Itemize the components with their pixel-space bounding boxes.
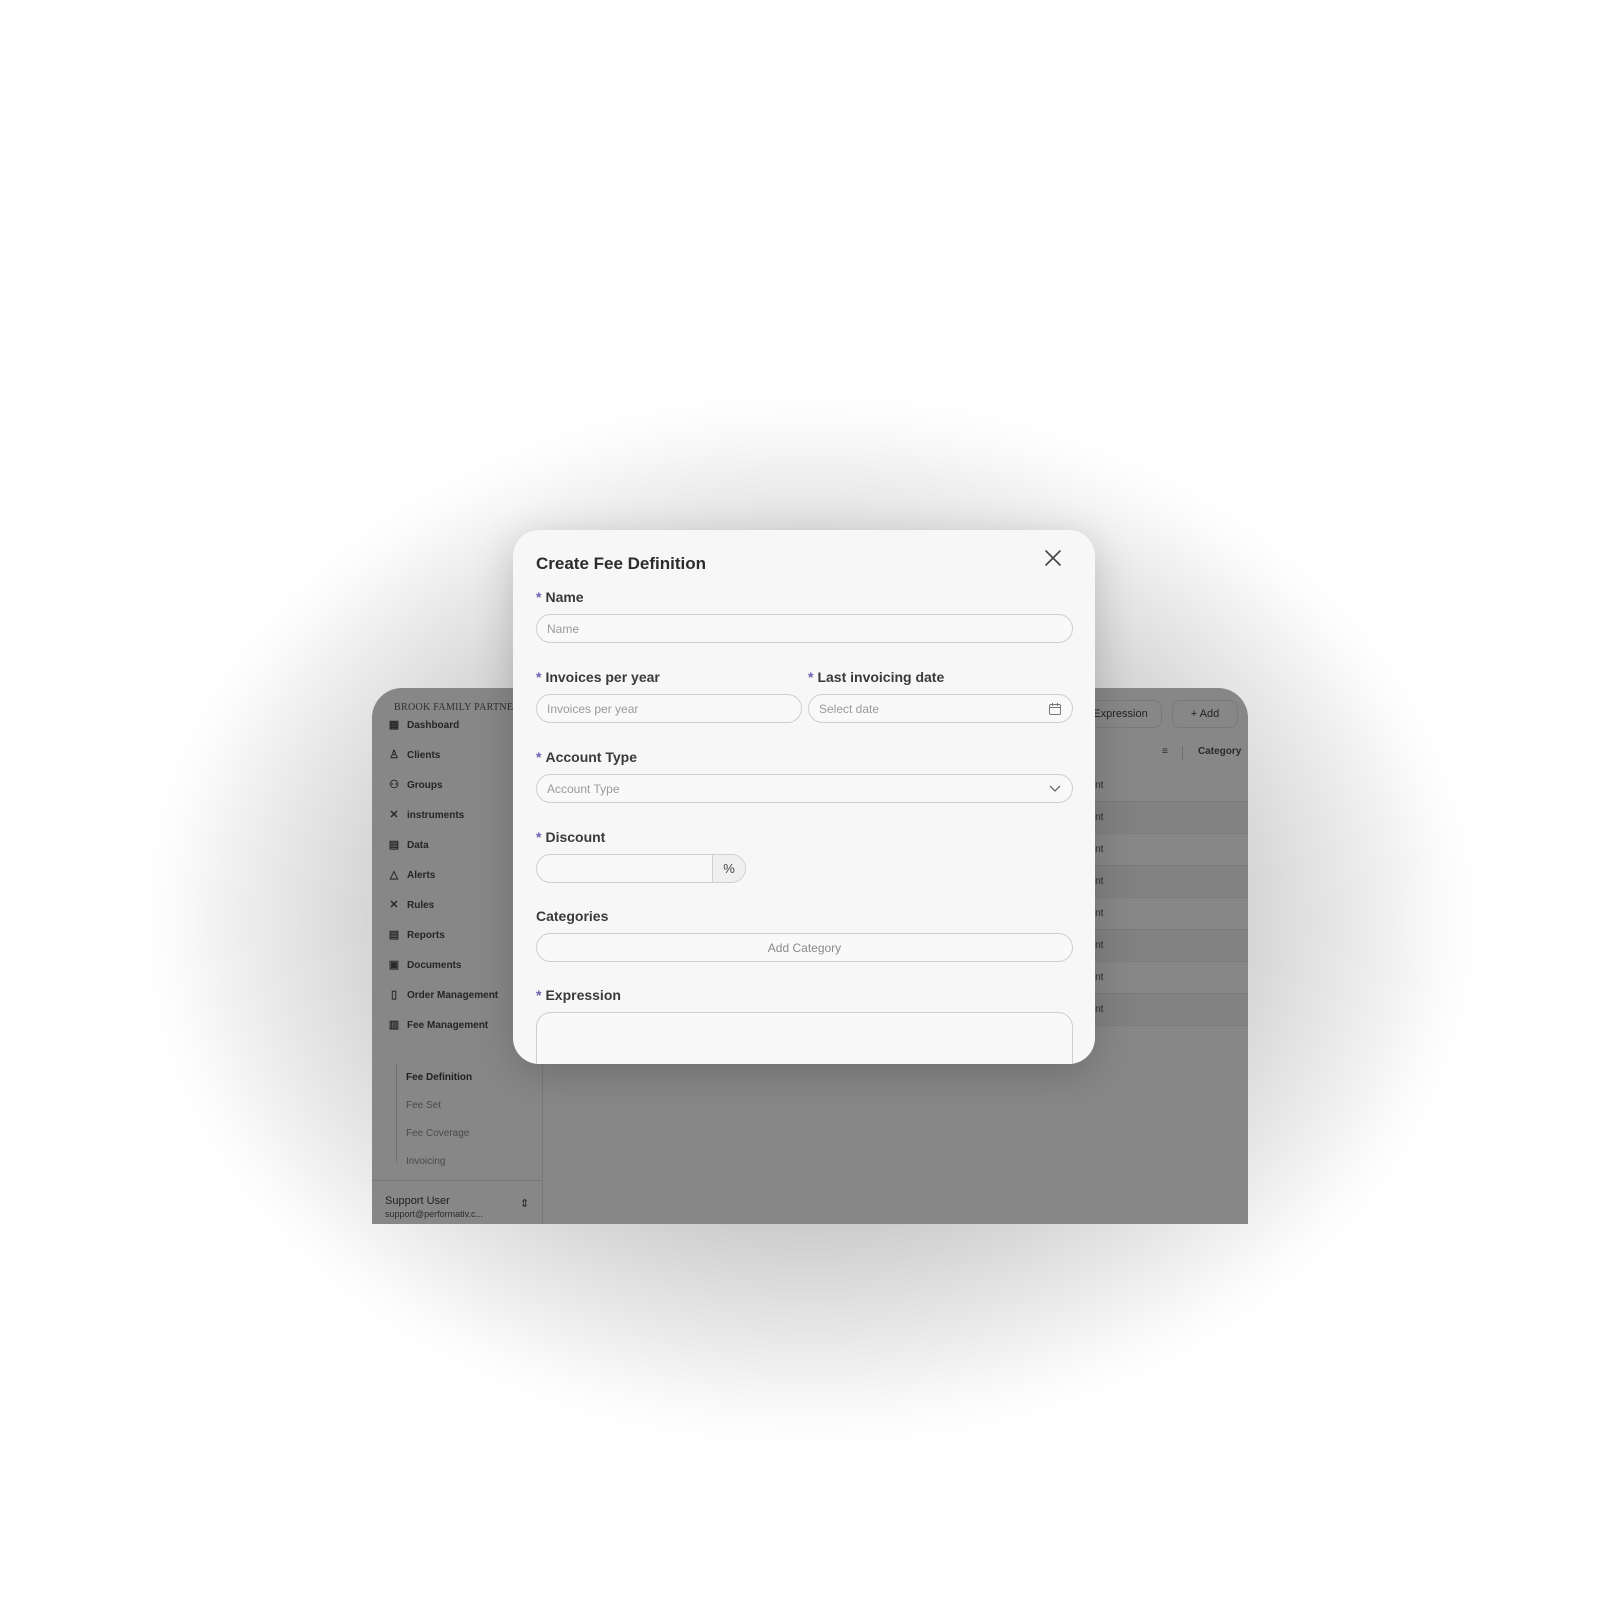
report-icon: ▤ xyxy=(388,929,400,941)
name-label: * Name xyxy=(536,589,584,605)
user-name: Support User xyxy=(385,1195,450,1207)
account-type-label: * Account Type xyxy=(536,749,637,765)
invoices-per-year-field[interactable] xyxy=(536,694,802,723)
date-picker-input[interactable] xyxy=(819,701,1072,716)
sidebar-item-label: Rules xyxy=(407,899,435,911)
required-mark: * xyxy=(536,749,542,765)
table-row[interactable]: ount xyxy=(1080,802,1248,834)
sidebar-item-alerts[interactable]: △ Alerts xyxy=(388,865,436,885)
sidebar-item-label: Alerts xyxy=(407,869,436,881)
fee-subnav xyxy=(396,1063,397,1163)
tools-icon: ✕ xyxy=(389,809,399,821)
warning-icon: △ xyxy=(389,869,399,881)
table-row[interactable]: ount xyxy=(1080,994,1248,1026)
sidebar-item-label: Reports xyxy=(407,929,445,941)
sidebar-item-label: Clients xyxy=(407,749,441,761)
required-mark: * xyxy=(536,829,542,845)
required-mark: * xyxy=(536,589,542,605)
rules-icon: ✕ xyxy=(389,899,399,911)
discount-label: * Discount xyxy=(536,829,606,845)
sidebar-item-data[interactable]: ▤ Data xyxy=(388,835,429,855)
discount-input[interactable] xyxy=(547,861,707,876)
sidebar-item-label: Groups xyxy=(407,779,443,791)
documents-icon: ▣ xyxy=(388,959,400,971)
discount-field[interactable]: % xyxy=(536,854,746,883)
name-input[interactable] xyxy=(547,621,1072,636)
column-header-category[interactable]: Category xyxy=(1198,746,1241,757)
sidebar-item-documents[interactable]: ▣ Documents xyxy=(388,955,462,975)
account-type-placeholder: Account Type xyxy=(547,781,620,796)
modal-title: Create Fee Definition xyxy=(536,554,707,573)
sidebar-item-instruments[interactable]: ✕ instruments xyxy=(388,805,464,825)
add-category-button[interactable]: Add Category xyxy=(536,933,1073,962)
invoices-per-year-label: * Invoices per year xyxy=(536,669,660,685)
order-icon: ▯ xyxy=(390,989,398,1001)
invoices-per-year-input[interactable] xyxy=(547,701,801,716)
table-area: Expression + Add ≡ Category ount ount ou… xyxy=(1080,688,1248,1224)
sidebar-item-reports[interactable]: ▤ Reports xyxy=(388,925,445,945)
create-fee-definition-modal: Create Fee Definition *Name *Invoices pe… xyxy=(513,530,1095,1064)
database-icon: ▤ xyxy=(388,839,400,851)
subnav-fee-definition[interactable]: Fee Definition xyxy=(406,1072,472,1083)
sidebar-item-label: instruments xyxy=(407,809,465,821)
categories-label: Categories xyxy=(536,908,609,924)
chevron-updown-icon: ⇕ xyxy=(520,1198,530,1210)
required-mark: * xyxy=(536,669,542,685)
table-row[interactable]: ount xyxy=(1080,834,1248,866)
expression-label: * Expression xyxy=(536,987,621,1003)
list-icon[interactable]: ≡ xyxy=(1162,746,1168,757)
add-button[interactable]: + Add xyxy=(1172,700,1238,728)
chevron-down-icon xyxy=(1049,785,1061,792)
sidebar-item-label: Fee Management xyxy=(407,1019,489,1031)
last-invoicing-date-field[interactable] xyxy=(808,694,1073,723)
account-type-select[interactable]: Account Type xyxy=(536,774,1073,803)
last-invoicing-date-label: * Last invoicing date xyxy=(808,669,945,685)
sidebar-item-label: Dashboard xyxy=(407,719,460,731)
calendar-icon[interactable] xyxy=(1048,702,1062,716)
sidebar-item-label: Order Management xyxy=(407,989,499,1001)
required-mark: * xyxy=(808,669,814,685)
header-divider xyxy=(1182,746,1183,760)
user-menu[interactable]: Support User support@performativ.c... ⇕ xyxy=(372,1180,542,1224)
subnav-invoicing[interactable]: Invoicing xyxy=(406,1156,445,1167)
sidebar-item-order-management[interactable]: ▯ Order Management xyxy=(388,985,498,1005)
fee-icon: ▥ xyxy=(388,1019,400,1031)
dashboard-icon: ▦ xyxy=(388,719,400,731)
sidebar-item-label: Documents xyxy=(407,959,462,971)
table-row[interactable]: ount xyxy=(1080,866,1248,898)
required-mark: * xyxy=(536,987,542,1003)
table-row[interactable]: ount xyxy=(1080,962,1248,994)
name-field[interactable] xyxy=(536,614,1073,643)
table-row[interactable]: ount xyxy=(1080,770,1248,802)
table-row[interactable]: ount xyxy=(1080,898,1248,930)
sidebar-item-clients[interactable]: ♙ Clients xyxy=(388,745,440,765)
subnav-fee-coverage[interactable]: Fee Coverage xyxy=(406,1128,469,1139)
table-row[interactable]: ount xyxy=(1080,930,1248,962)
user-email: support@performativ.c... xyxy=(385,1209,484,1219)
percent-suffix: % xyxy=(712,855,745,882)
sidebar-item-groups[interactable]: ⚇ Groups xyxy=(388,775,443,795)
expression-textarea[interactable] xyxy=(536,1012,1073,1064)
users-icon: ⚇ xyxy=(389,779,399,791)
subnav-fee-set[interactable]: Fee Set xyxy=(406,1100,441,1111)
user-icon: ♙ xyxy=(389,749,399,761)
close-icon[interactable] xyxy=(1043,548,1063,568)
sidebar-item-fee-management[interactable]: ▥ Fee Management xyxy=(388,1015,488,1035)
sidebar-item-dashboard[interactable]: ▦ Dashboard xyxy=(388,715,459,735)
brand-name: BROOK FAMILY PARTNERS xyxy=(394,702,527,713)
sidebar-item-label: Data xyxy=(407,839,429,851)
sidebar-item-rules[interactable]: ✕ Rules xyxy=(388,895,434,915)
